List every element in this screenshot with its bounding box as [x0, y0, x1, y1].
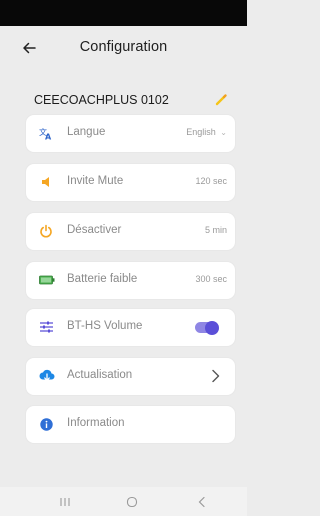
toggle-knob: [205, 320, 219, 335]
svg-text:A: A: [45, 133, 52, 141]
setting-label: Information: [67, 417, 125, 429]
system-nav-bar: [0, 487, 247, 516]
setting-batterie-faible[interactable]: Batterie faible 300 sec: [26, 262, 235, 299]
battery-icon: [39, 273, 55, 287]
device-name: CEECOACHPLUS 0102: [34, 93, 169, 107]
home-icon[interactable]: [124, 494, 140, 510]
setting-langue[interactable]: 文 A Langue English ⌄: [26, 115, 235, 152]
bths-volume-toggle[interactable]: [195, 320, 219, 335]
speaker-icon: [39, 175, 53, 189]
cloud-download-icon: [39, 369, 55, 383]
setting-label: Invite Mute: [67, 175, 124, 187]
power-icon: [39, 224, 53, 238]
translate-icon: 文 A: [39, 126, 53, 140]
header: Configuration: [0, 26, 247, 70]
recent-apps-icon[interactable]: [57, 494, 73, 510]
info-icon: [39, 417, 53, 431]
setting-desactiver[interactable]: Désactiver 5 min: [26, 213, 235, 250]
setting-label: Langue: [67, 126, 106, 138]
back-icon[interactable]: [194, 494, 210, 510]
setting-label: Désactiver: [67, 224, 122, 236]
edit-icon[interactable]: [214, 93, 228, 107]
setting-actualisation[interactable]: Actualisation: [26, 358, 235, 395]
equalizer-icon: [39, 320, 53, 334]
setting-value: 5 min: [204, 225, 227, 235]
chevron-right-icon: [211, 369, 221, 383]
device-row: CEECOACHPLUS 0102: [34, 93, 228, 109]
setting-information[interactable]: Information: [26, 406, 235, 443]
setting-invite-mute[interactable]: Invite Mute 120 sec: [26, 164, 235, 201]
setting-value: English: [186, 127, 216, 137]
setting-label: BT-HS Volume: [67, 320, 143, 332]
setting-value: 120 sec: [195, 176, 227, 186]
setting-label: Batterie faible: [67, 273, 138, 285]
setting-bths-volume: BT-HS Volume: [26, 309, 235, 346]
setting-value: 300 sec: [195, 274, 227, 284]
page-title: Configuration: [79, 39, 168, 55]
status-bar: [0, 0, 247, 26]
setting-label: Actualisation: [67, 369, 133, 381]
language-select[interactable]: English ⌄: [186, 127, 227, 137]
chevron-down-icon: ⌄: [220, 128, 227, 137]
